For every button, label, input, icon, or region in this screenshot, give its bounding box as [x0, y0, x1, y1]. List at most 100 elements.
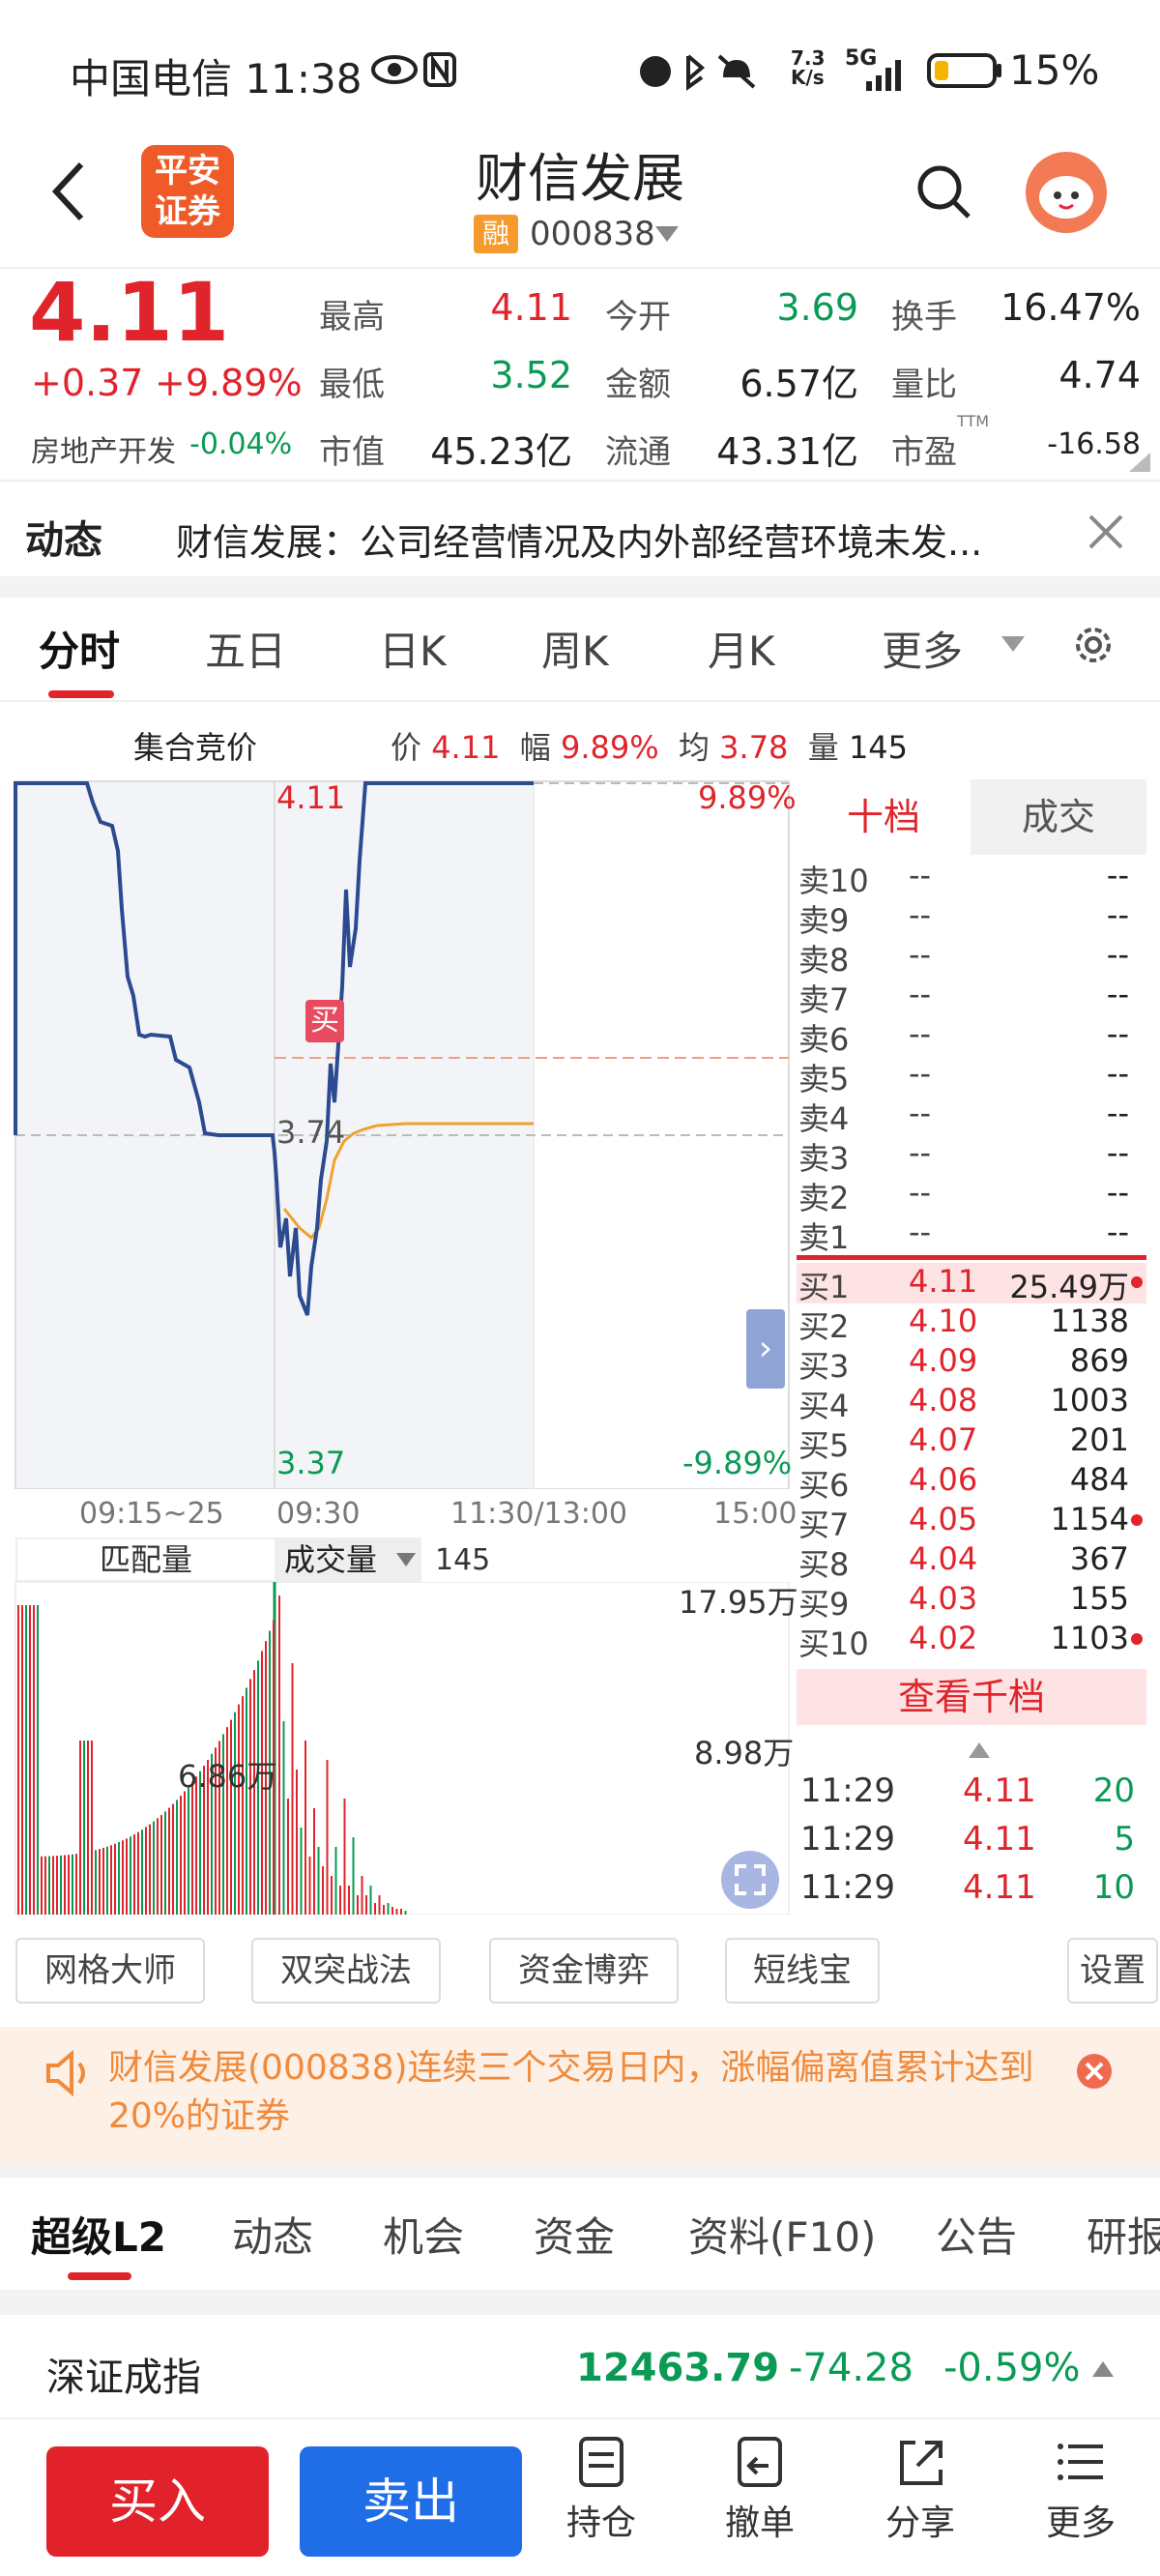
bid-row[interactable]: 买6 4.06 484	[798, 1461, 1137, 1504]
tool-double-break[interactable]: 双突战法	[251, 1938, 441, 2004]
tab-daily-k[interactable]: 日K	[379, 619, 447, 678]
tab-f10[interactable]: 资料(F10)	[688, 2205, 876, 2264]
bid-row[interactable]: 买5 4.07 201	[798, 1421, 1137, 1464]
auction-volume-bar	[145, 1827, 147, 1915]
quote-label: 市盈	[891, 433, 957, 472]
tool-short-line[interactable]: 短线宝	[725, 1938, 880, 2004]
auction-volume-bar	[60, 1855, 62, 1915]
back-icon[interactable]	[50, 161, 89, 222]
tab-research[interactable]: 研报	[1087, 2205, 1160, 2264]
bid-price: 4.03	[909, 1580, 978, 1617]
bid-row[interactable]: 买8 4.04 367	[798, 1540, 1137, 1583]
bid-row[interactable]: 买10 4.02 1103	[798, 1620, 1143, 1662]
more-dropdown-icon[interactable]	[1000, 634, 1027, 654]
bid-row[interactable]: 买2 4.10 1138	[798, 1303, 1137, 1345]
assistant-avatar[interactable]	[1023, 149, 1110, 236]
bid-row[interactable]: 买7 4.05 1154	[798, 1501, 1143, 1543]
trade-time: 11:29	[800, 1771, 895, 1810]
trade-time: 11:29	[800, 1820, 895, 1859]
auction-volume-bar	[246, 1687, 247, 1915]
ask-volume: --	[1106, 1095, 1129, 1131]
eye-icon	[371, 52, 456, 87]
buy-button[interactable]: 买入	[46, 2446, 269, 2557]
volume-bar	[326, 1760, 329, 1915]
last-price: 4.11	[29, 265, 230, 360]
stock-code[interactable]: 000838	[530, 215, 655, 253]
view-depth-button[interactable]: 查看千档	[797, 1669, 1146, 1725]
bid-level: 买2	[798, 1308, 850, 1345]
bid-dot-marker	[1131, 1514, 1143, 1526]
bid-level: 买4	[798, 1388, 850, 1424]
tab-trades[interactable]: 成交	[971, 779, 1146, 855]
volume-chart[interactable]	[0, 1582, 793, 1915]
tab-monthly-k[interactable]: 月K	[708, 619, 775, 678]
volume-bar	[400, 1909, 402, 1915]
tab-funds[interactable]: 资金	[534, 2205, 615, 2264]
ask-volume: --	[1106, 1214, 1129, 1250]
notice-close-icon[interactable]	[1075, 2052, 1114, 2091]
search-icon[interactable]	[914, 162, 972, 220]
bid-volume: 1154	[1050, 1501, 1129, 1537]
sell-button[interactable]: 卖出	[300, 2446, 522, 2557]
buy-marker[interactable]: 买	[305, 1000, 344, 1042]
bid-row[interactable]: 买4 4.08 1003	[798, 1382, 1137, 1424]
index-expand-icon[interactable]	[1090, 2359, 1116, 2379]
tool-capital-game[interactable]: 资金博弈	[489, 1938, 679, 2004]
tool-grid-master[interactable]: 网格大师	[15, 1938, 205, 2004]
tab-five-day[interactable]: 五日	[205, 619, 286, 678]
match-volume-tab[interactable]: 匹配量	[15, 1537, 276, 1582]
volume-bar	[369, 1886, 372, 1915]
bid-level: 买3	[798, 1348, 850, 1385]
tool-settings[interactable]: 设置	[1067, 1938, 1158, 2004]
trade-row: 11:29 4.11 20	[800, 1771, 1139, 1816]
volume-bar	[348, 1886, 350, 1915]
bid-row[interactable]: 买3 4.09 869	[798, 1342, 1137, 1385]
scroll-up-icon[interactable]	[967, 1741, 992, 1760]
dropdown-icon[interactable]	[653, 224, 681, 244]
nav-more[interactable]: 更多	[1023, 2437, 1139, 2545]
sector-name[interactable]: 房地产开发	[31, 427, 176, 470]
auction-volume-bar	[188, 1786, 189, 1915]
volume-dropdown-icon[interactable]	[394, 1551, 418, 1568]
nav-cancel[interactable]: 撤单	[702, 2437, 818, 2545]
index-name[interactable]: 深证成指	[46, 2346, 201, 2402]
bid-row[interactable]: 买9 4.03 155	[798, 1580, 1137, 1623]
expand-orderbook-handle[interactable]: ›	[746, 1309, 785, 1389]
auction-volume-bar	[242, 1696, 244, 1915]
tab-order-book[interactable]: 十档	[797, 779, 971, 855]
tab-more[interactable]: 更多	[882, 619, 963, 678]
bid-dot-marker	[1131, 1633, 1143, 1645]
document-icon	[579, 2437, 624, 2487]
bid-row[interactable]: 买1 4.11 25.49万	[798, 1263, 1143, 1305]
tab-intraday[interactable]: 分时	[39, 619, 120, 678]
volume-bar	[404, 1911, 407, 1915]
gear-icon[interactable]	[1069, 621, 1117, 669]
fullscreen-icon[interactable]	[719, 1849, 781, 1911]
tab-super-l2[interactable]: 超级L2	[31, 2205, 166, 2264]
volume-bar	[357, 1895, 359, 1915]
quote-label: 市值	[319, 433, 385, 472]
nav-holdings[interactable]: 持仓	[543, 2437, 659, 2545]
auction-volume-bar	[168, 1807, 170, 1915]
news-ticker[interactable]: 财信发展：公司经营情况及内外部经营环境未发...	[176, 512, 1056, 566]
ask-price: --	[909, 936, 932, 973]
auction-volume-bar	[21, 1605, 23, 1915]
close-icon[interactable]	[1087, 512, 1125, 551]
bid-price: 4.04	[909, 1540, 978, 1577]
nav-share[interactable]: 分享	[862, 2437, 978, 2545]
tab-opportunity[interactable]: 机会	[383, 2205, 464, 2264]
tab-announcements[interactable]: 公告	[936, 2205, 1017, 2264]
menu-icon	[1058, 2444, 1103, 2480]
tab-news[interactable]: 动态	[232, 2205, 313, 2264]
auction-volume-bar	[133, 1834, 135, 1915]
intraday-chart[interactable]	[0, 774, 793, 1489]
ask-row: 卖3 -- --	[798, 1134, 1137, 1177]
broker-logo[interactable]: 平安 证券	[141, 145, 234, 238]
bottom-tab-indicator	[68, 2272, 131, 2280]
tab-weekly-k[interactable]: 周K	[541, 619, 609, 678]
volume-bar	[313, 1808, 315, 1915]
quote-value: 16.47%	[1000, 286, 1141, 329]
volume-bar	[383, 1905, 385, 1915]
ask-price: --	[909, 1214, 932, 1250]
bid-level: 买9	[798, 1586, 850, 1623]
